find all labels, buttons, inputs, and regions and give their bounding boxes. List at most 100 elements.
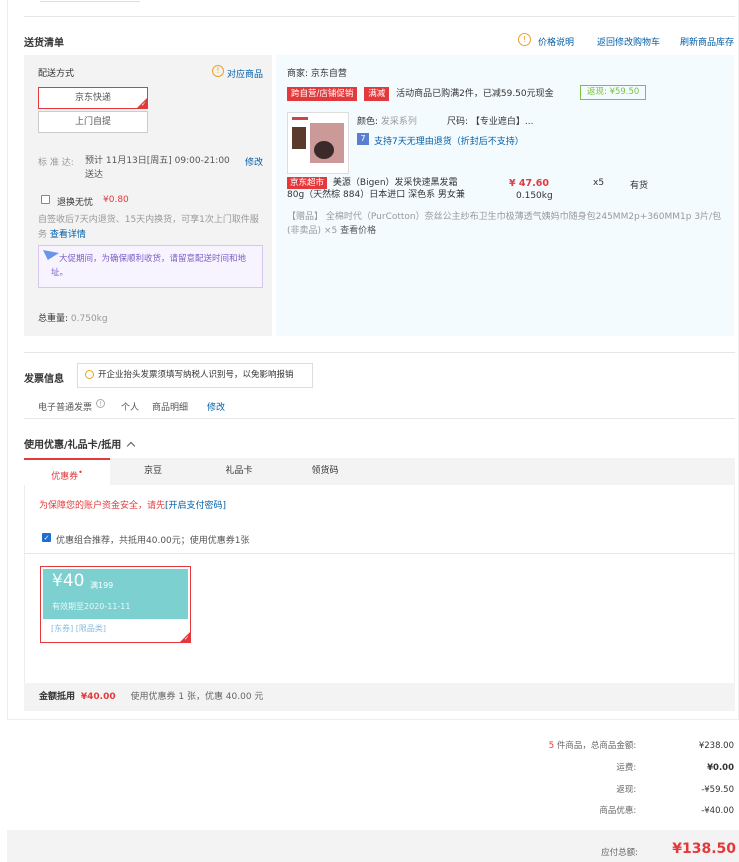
- invoice-person: 个人: [121, 403, 140, 413]
- info-icon[interactable]: !: [96, 399, 105, 408]
- new-dot-icon: •: [78, 468, 83, 477]
- match-goods-link[interactable]: 对应商品: [227, 67, 263, 80]
- discount-row: 商品优惠: -¥40.00: [434, 804, 734, 816]
- back-cart-link[interactable]: 返回修改购物车: [597, 35, 660, 48]
- color-row: 颜色: 发采系列: [357, 114, 417, 127]
- product-stock: 有货: [630, 181, 649, 191]
- worry-free-label: 退换无忧: [57, 198, 94, 208]
- modify-delivery-link[interactable]: 修改: [245, 155, 263, 168]
- info-icon: !: [212, 65, 224, 77]
- size-value: 【专业遮白】...: [470, 117, 534, 127]
- thumb-hair: [314, 141, 334, 159]
- thumb-logo: [292, 117, 308, 120]
- gift-text: 全棉时代（PurCotton）奈丝公主纱布卫生巾极薄透气姨妈巾随身包245MM2…: [325, 212, 722, 222]
- summary-label: 金额抵用: [39, 692, 76, 702]
- shipping-row: 运费: ¥0.00: [434, 761, 734, 773]
- promo-notice: 大促期间，为确保顺利收货，请留意配送时间和地址。: [38, 245, 263, 288]
- discount-value: -¥40.00: [701, 806, 734, 816]
- price-desc-link[interactable]: 价格说明: [538, 35, 574, 48]
- lightbulb-icon: [85, 370, 94, 379]
- delivery-title: 送货清单: [24, 38, 64, 49]
- tab-pickup-code[interactable]: 领货码: [282, 458, 368, 485]
- combo-text: 优惠组合推荐，共抵用40.00元；使用优惠券1张: [56, 536, 250, 546]
- check-icon: ✓: [183, 635, 189, 642]
- product-qty: x5: [593, 178, 605, 188]
- coupon-card-top: ¥40 满199 有效期至2020-11-11: [43, 569, 188, 619]
- coupon-summary: 金额抵用 ¥40.00 使用优惠券 1 张，优惠 40.00 元: [24, 683, 735, 711]
- gift-tag: 【赠品】: [287, 212, 324, 222]
- standard-value: 预计 11月13日[周五] 09:00-21:00 送达: [85, 156, 230, 180]
- worry-free-price: ¥0.80: [103, 195, 129, 205]
- invoice-title: 发票信息: [24, 374, 64, 385]
- coupon-expiry: 有效期至2020-11-11: [52, 602, 131, 611]
- ship-option-pickup[interactable]: 上门自提: [38, 111, 148, 133]
- jd-supermarket-tag: 京东超市: [287, 177, 328, 189]
- view-detail-link[interactable]: 查看详情: [50, 230, 86, 240]
- ship-option-jd-express[interactable]: 京东快递 ✓: [38, 87, 148, 109]
- gift-row: 【赠品】 全棉时代（PurCotton）奈丝公主纱布卫生巾极薄透气姨妈巾随身包2…: [287, 210, 727, 238]
- merchant-row: 商家: 京东自营: [287, 66, 347, 79]
- merchant-name: 京东自营: [310, 69, 347, 79]
- thumb-box: [292, 127, 306, 149]
- tab-label: 优惠券: [51, 472, 79, 482]
- tab-gift-card[interactable]: 礼品卡: [196, 458, 282, 485]
- discount-label: 商品优惠:: [599, 806, 637, 816]
- view-price-link[interactable]: 查看价格: [340, 226, 376, 236]
- tooltip-text: 开企业抬头发票须填写纳税人识别号，以免影响报销: [98, 370, 294, 380]
- color-value: 发采系列: [380, 117, 417, 127]
- coupon-condition: 满199: [90, 581, 114, 590]
- payable-label: 应付总额:: [601, 848, 638, 858]
- coupon-section-title-text: 使用优惠/礼品卡/抵用: [24, 440, 122, 451]
- weight-value: 0.750kg: [70, 314, 108, 324]
- gift-text-2: (非卖品): [287, 226, 322, 236]
- divider: [24, 418, 735, 419]
- product-weight: 0.150kg: [516, 191, 553, 201]
- combo-checkbox[interactable]: ✓: [42, 533, 51, 542]
- chevron-up-icon: [126, 441, 136, 451]
- price-info-icon: !: [518, 33, 531, 46]
- enable-pay-password-link[interactable]: [开启支付密码]: [165, 501, 226, 511]
- worry-free-checkbox[interactable]: [41, 195, 50, 204]
- divider: [24, 352, 735, 353]
- size-label: 尺码:: [447, 117, 469, 127]
- invoice-type: 电子普通发票: [38, 403, 93, 413]
- summary-amount: ¥40.00: [80, 692, 116, 702]
- payable-value: ¥138.50: [672, 841, 736, 857]
- product-name[interactable]: 京东超市 美源（Bigen）发采快速黑发霜 80g（天然棕 884）日本进口 深…: [287, 177, 487, 201]
- check-icon: ✓: [140, 101, 146, 108]
- tab-jd-beans[interactable]: 京豆: [110, 458, 196, 485]
- divider: [24, 16, 735, 17]
- return-badge: 返现: ¥59.50: [580, 85, 647, 100]
- coupon-card[interactable]: ¥40 满199 有效期至2020-11-11 [东券] [限品类] ✓: [40, 566, 191, 643]
- coupon-section-title[interactable]: 使用优惠/礼品卡/抵用: [24, 436, 136, 451]
- ship-option-label: 京东快递: [74, 93, 111, 103]
- size-row: 尺码: 【专业遮白】...: [447, 114, 534, 127]
- return-policy-text: 支持7天无理由退货（折封后不支持）: [374, 137, 524, 147]
- worry-free-desc: 自签收后7天内退货、15天内换货，可享1次上门取件服务 查看详情: [38, 213, 263, 243]
- refresh-stock-link[interactable]: 刷新商品库存: [680, 35, 734, 48]
- color-label: 颜色:: [357, 117, 379, 127]
- return-label: 返现:: [616, 785, 637, 795]
- return-row: 返现: -¥59.50: [434, 783, 734, 795]
- product-price: ¥ 47.60: [509, 178, 549, 189]
- goods-total-value: ¥238.00: [698, 741, 734, 751]
- security-notice: 为保障您的账户资金安全，请先[开启支付密码]: [39, 498, 226, 511]
- merchant-label: 商家:: [287, 69, 309, 79]
- goods-count: 5: [548, 741, 555, 751]
- goods-total-row: 5 件商品，总商品金额: ¥238.00: [434, 739, 734, 751]
- modify-invoice-link[interactable]: 修改: [207, 400, 225, 413]
- return-value: -¥59.50: [701, 785, 734, 795]
- gift-qty: ×5: [323, 226, 338, 236]
- weight-row: 总重量: 0.750kg: [38, 311, 108, 324]
- ship-option-label: 上门自提: [74, 117, 111, 127]
- security-text: 为保障您的账户资金安全，请先: [39, 501, 166, 511]
- standard-label: 标 准 达:: [38, 158, 74, 168]
- product-thumbnail[interactable]: [287, 112, 349, 174]
- summary-desc: 使用优惠券 1 张，优惠 40.00 元: [130, 692, 264, 702]
- coupon-tabs: 优惠券• 京豆 礼品卡 领货码: [24, 458, 735, 485]
- shipping-label: 运费:: [616, 763, 637, 773]
- ship-method-label: 配送方式: [38, 69, 75, 79]
- coupon-amount: ¥40: [52, 571, 85, 591]
- tab-coupon[interactable]: 优惠券•: [24, 458, 110, 485]
- promo-row: 跨自营/店铺促销 满减 活动商品已购满2件，已减59.50元现金: [287, 86, 554, 101]
